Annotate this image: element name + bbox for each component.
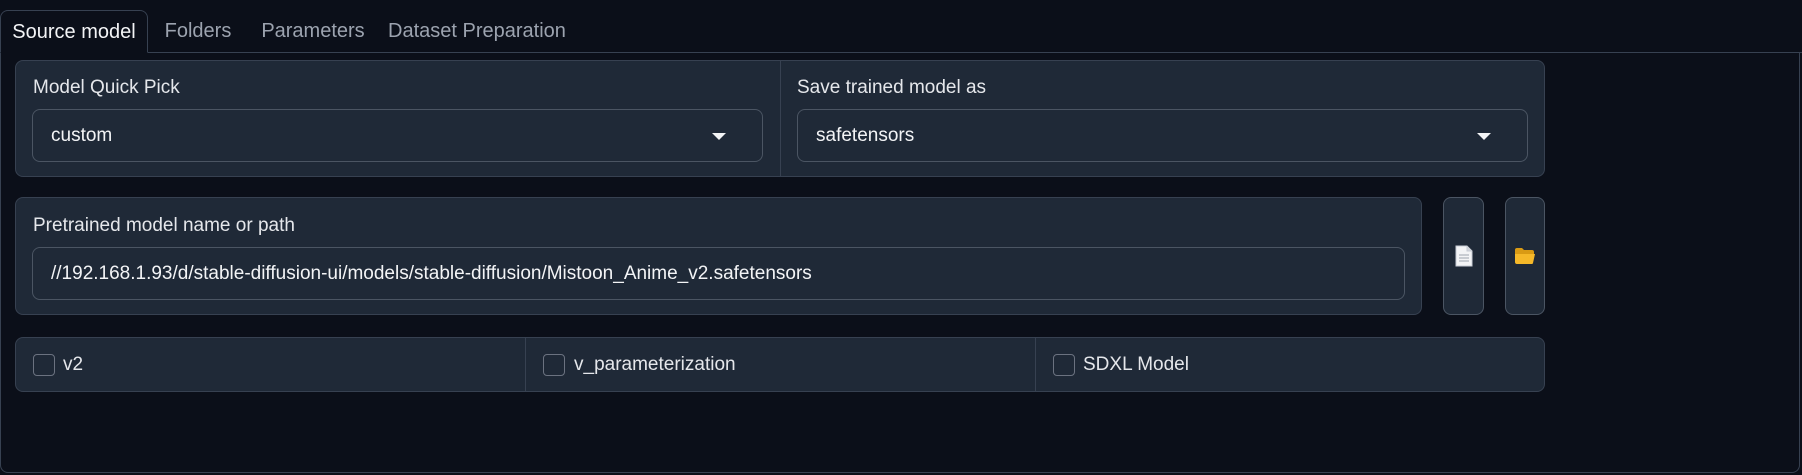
pretrained-model-input[interactable]: //192.168.1.93/d/stable-diffusion-ui/mod… <box>32 247 1405 300</box>
sdxl-model-label[interactable]: SDXL Model <box>1083 354 1189 376</box>
column-divider <box>780 61 781 176</box>
model-quick-pick-dropdown[interactable]: custom <box>32 109 763 162</box>
model-type-row <box>15 337 1545 392</box>
document-icon <box>1455 245 1472 267</box>
select-folder-button[interactable] <box>1505 197 1545 315</box>
model-quick-pick-value: custom <box>51 124 113 146</box>
model-quick-pick-label: Model Quick Pick <box>33 77 180 98</box>
tab-dataset-preparation[interactable]: Dataset Preparation <box>388 10 566 53</box>
chevron-down-icon <box>1477 132 1491 140</box>
folder-icon <box>1515 248 1535 264</box>
sdxl-model-checkbox[interactable] <box>1053 354 1075 376</box>
save-trained-model-as-value: safetensors <box>816 124 915 146</box>
tab-folders[interactable]: Folders <box>152 10 244 53</box>
save-trained-model-as-label: Save trained model as <box>797 77 987 98</box>
v-parameterization-label[interactable]: v_parameterization <box>574 354 736 376</box>
save-trained-model-as-dropdown[interactable]: safetensors <box>797 109 1528 162</box>
v-parameterization-checkbox[interactable] <box>543 354 565 376</box>
pretrained-model-value: //192.168.1.93/d/stable-diffusion-ui/mod… <box>51 262 812 284</box>
tab-parameters[interactable]: Parameters <box>256 10 370 53</box>
v2-label[interactable]: v2 <box>63 354 83 376</box>
v2-checkbox[interactable] <box>33 354 55 376</box>
column-divider <box>525 338 526 391</box>
chevron-down-icon <box>712 132 726 140</box>
tab-bar: Source model Folders Parameters Dataset … <box>0 0 1802 53</box>
column-divider <box>1035 338 1036 391</box>
select-file-button[interactable] <box>1443 197 1484 315</box>
pretrained-model-label: Pretrained model name or path <box>33 215 295 236</box>
tab-source-model[interactable]: Source model <box>0 10 148 53</box>
